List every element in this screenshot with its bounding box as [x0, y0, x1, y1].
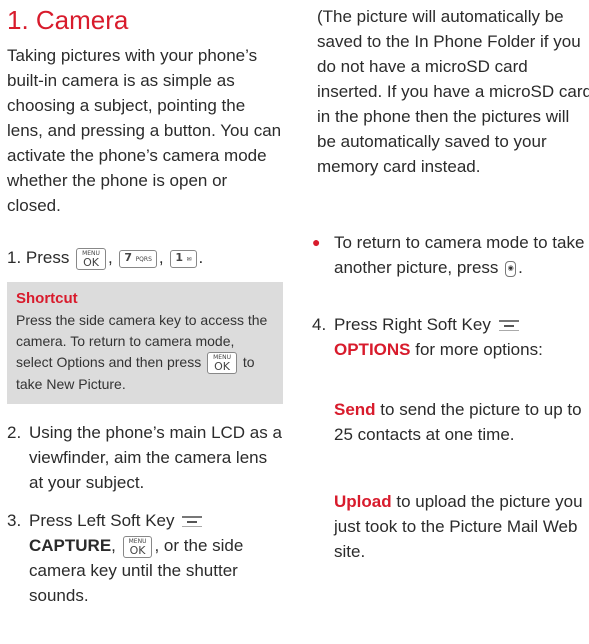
- step-1-text: 1. Press: [7, 248, 70, 267]
- step-3-text: Press Left Soft Key CAPTURE, MENU OK , o…: [29, 511, 244, 605]
- intro-paragraph: Taking pictures with your phone’s built-…: [7, 46, 282, 215]
- send-label: Send: [334, 400, 376, 419]
- step-2: 2. Using the phone’s main LCD as a viewf…: [7, 420, 283, 495]
- menu-ok-key-icon: MENU OK: [207, 352, 237, 375]
- menu-ok-key-icon: MENU OK: [76, 247, 106, 270]
- save-note: (The picture will automatically be saved…: [317, 7, 589, 176]
- return-bullet: ● To return to camera mode to take anoth…: [312, 230, 587, 280]
- bullet-icon: ●: [312, 234, 321, 250]
- step-1: 1. Press MENU OK , 7 PQRS, 1 ✉.: [7, 247, 204, 270]
- upload-option: Upload to upload the picture you just to…: [334, 492, 583, 561]
- step-4: 4. Press Right Soft Key OPTIONS for more…: [312, 315, 543, 359]
- page-title: 1. Camera: [7, 5, 129, 35]
- one-key-icon: 1 ✉: [170, 249, 197, 268]
- seven-key-icon: 7 PQRS: [119, 249, 157, 268]
- send-option: Send to send the picture to up to 25 con…: [334, 400, 582, 444]
- left-soft-key-icon: [182, 516, 203, 528]
- upload-label: Upload: [334, 492, 392, 511]
- shortcut-title: Shortcut: [16, 290, 78, 307]
- right-soft-key-icon: [498, 320, 519, 332]
- camera-key-icon: ◉: [505, 260, 517, 277]
- step-2-text: Using the phone’s main LCD as a viewfind…: [29, 423, 282, 492]
- shortcut-body: Press the side camera key to access the …: [16, 312, 268, 393]
- step-3: 3. Press Left Soft Key CAPTURE, MENU OK …: [7, 508, 283, 608]
- menu-ok-key-icon: MENU OK: [122, 535, 153, 558]
- shortcut-box: Shortcut Press the side camera key to ac…: [7, 282, 283, 404]
